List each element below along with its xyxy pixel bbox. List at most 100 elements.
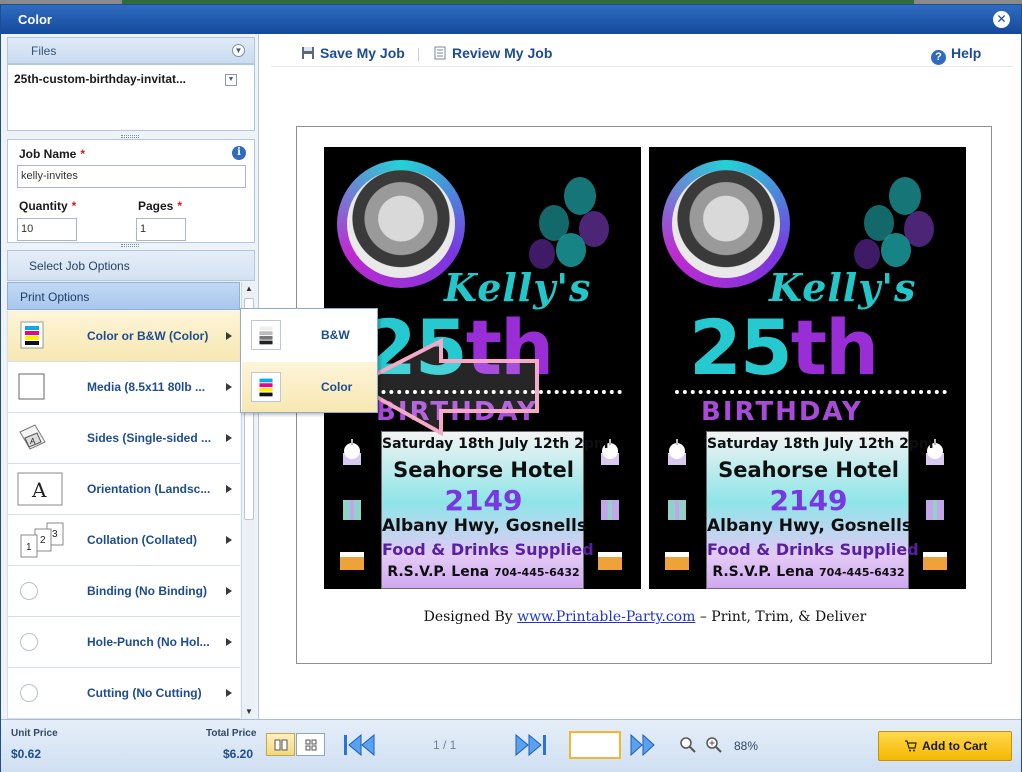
letter-a-orientation-icon: A (17, 472, 63, 506)
print-options-header[interactable]: Print Options (7, 282, 240, 310)
credit-suffix: – Print, Trim, & Deliver (699, 609, 867, 625)
option-label: Collation (Collated) (87, 533, 197, 547)
review-job-label: Review My Job (452, 45, 553, 61)
option-orientation[interactable]: A Orientation (Landsc... (7, 464, 240, 515)
pages-label: Pages * (138, 199, 183, 213)
option-label: Cutting (No Cutting) (87, 686, 202, 700)
help-button[interactable]: ? Help (931, 40, 981, 67)
cmyk-color-icon (251, 372, 281, 402)
bottom-bar: Unit Price $0.62 Total Price $6.20 1 / 1… (1, 719, 1021, 772)
pages-input[interactable]: 1 (136, 218, 186, 241)
job-name-input[interactable]: kelly-invites (17, 165, 246, 188)
printer-sides-icon: A (19, 424, 46, 450)
expand-arrow-icon (226, 434, 232, 442)
last-page-icon[interactable] (513, 732, 549, 758)
invite-venue: Seahorse Hotel (393, 458, 574, 482)
balloon-icon (556, 233, 586, 267)
book-view-button[interactable] (266, 733, 295, 756)
cake-icon (598, 552, 622, 570)
resize-grip[interactable] (121, 244, 139, 247)
info-icon[interactable]: i (232, 146, 246, 160)
add-to-cart-label: Add to Cart (922, 739, 988, 753)
dialog-title: Color (18, 12, 52, 27)
scroll-down-icon[interactable]: ▼ (242, 705, 256, 719)
designer-credit: Designed By www.Printable-Party.com – Pr… (297, 609, 993, 625)
invite-rsvp: R.S.V.P. Lena 704-445-6432 (712, 564, 905, 580)
radio-empty-icon[interactable] (20, 633, 38, 651)
radio-empty-icon[interactable] (20, 684, 38, 702)
option-collation[interactable]: 321 Collation (Collated) (7, 515, 240, 566)
invite-details: Saturday 18th July 12th 2pm Seahorse Hot… (381, 431, 609, 589)
cake-icon (665, 552, 689, 570)
cupcake-icon (668, 439, 686, 465)
expand-arrow-icon (226, 638, 232, 646)
grid-view-button[interactable] (296, 733, 325, 756)
option-label: Sides (Single-sided ... (87, 431, 212, 445)
invite-age: 25th (689, 303, 879, 392)
submenu-label: B&W (321, 328, 350, 342)
option-cutting[interactable]: Cutting (No Cutting) (7, 668, 240, 719)
radio-empty-icon[interactable] (20, 582, 38, 600)
preview-toolbar: Save My Job Review My Job ? Help (271, 40, 1013, 67)
files-list: 25th-custom-birthday-invitat... ▼ (7, 64, 255, 131)
option-sides[interactable]: A Sides (Single-sided ... (7, 413, 240, 464)
option-color-bw[interactable]: Color or B&W (Color) (7, 311, 240, 362)
expand-arrow-icon (226, 332, 232, 340)
first-page-icon[interactable] (341, 732, 377, 758)
portrait-photo (672, 170, 780, 278)
balloon-icon (889, 177, 921, 215)
svg-text:1: 1 (26, 542, 32, 553)
select-job-options-header[interactable]: Select Job Options (7, 250, 255, 281)
color-dialog: Color ✕ Files ▼ 25th-custom-birthday-inv… (0, 4, 1022, 772)
go-page-icon[interactable] (628, 732, 658, 758)
option-label: Color or B&W (Color) (87, 329, 209, 343)
submenu-item-bw[interactable]: B&W (242, 310, 377, 360)
submenu-label: Color (321, 380, 353, 394)
invite-food: Food & Drinks Supplied (382, 540, 594, 559)
zoom-level: 88% (734, 739, 759, 753)
invite-rsvp: R.S.V.P. Lena 704-445-6432 (387, 564, 580, 580)
invite-birthday: BIRTHDAY (701, 397, 863, 427)
files-header-label: Files (31, 44, 57, 58)
zoom-in-icon[interactable] (705, 736, 723, 754)
close-button[interactable]: ✕ (993, 11, 1010, 28)
expand-arrow-icon (226, 587, 232, 595)
dialog-titlebar: Color ✕ (1, 5, 1021, 34)
option-hole-punch[interactable]: Hole-Punch (No Hol... (7, 617, 240, 668)
expand-arrow-icon (226, 383, 232, 391)
unit-price: $0.62 (11, 747, 42, 761)
credit-link[interactable]: www.Printable-Party.com (517, 609, 695, 625)
quantity-input[interactable]: 10 (17, 218, 77, 241)
svg-text:A: A (31, 478, 47, 502)
collapse-icon[interactable]: ▼ (232, 44, 245, 57)
color-submenu: B&W Color (240, 308, 378, 413)
cake-icon (923, 552, 947, 570)
add-to-cart-button[interactable]: Add to Cart (878, 731, 1012, 761)
zoom-out-icon[interactable] (679, 736, 697, 754)
invite-address: Albany Hwy, Gosnells (382, 516, 587, 536)
option-media[interactable]: Media (8.5x11 80lb ... (7, 362, 240, 413)
review-job-button[interactable]: Review My Job (433, 40, 552, 67)
file-name[interactable]: 25th-custom-birthday-invitat... (14, 72, 186, 86)
option-binding[interactable]: Binding (No Binding) (7, 566, 240, 617)
go-to-page-input[interactable] (569, 731, 621, 759)
option-label: Hole-Punch (No Hol... (87, 635, 210, 649)
gift-icon (601, 500, 619, 520)
gift-icon (668, 500, 686, 520)
resize-grip[interactable] (121, 135, 139, 138)
job-name-label: Job Name * (19, 147, 86, 161)
submenu-item-color[interactable]: Color (242, 362, 377, 412)
paper-blank-icon (18, 373, 45, 400)
files-header[interactable]: Files ▼ (7, 37, 255, 64)
invite-street-no: 2149 (769, 484, 848, 517)
save-job-button[interactable]: Save My Job (301, 40, 405, 67)
grayscale-icon (251, 320, 281, 350)
scroll-up-icon[interactable]: ▲ (242, 282, 256, 296)
credit-prefix: Designed By (423, 609, 513, 625)
grid-view-icon (305, 739, 317, 751)
help-label: Help (951, 45, 982, 61)
print-options-list: Print Options Color or B&W (Color) Media… (7, 282, 255, 719)
options-panel: Files ▼ 25th-custom-birthday-invitat... … (1, 34, 259, 719)
cupcake-icon (343, 439, 361, 465)
file-dropdown-icon[interactable]: ▼ (225, 74, 237, 86)
